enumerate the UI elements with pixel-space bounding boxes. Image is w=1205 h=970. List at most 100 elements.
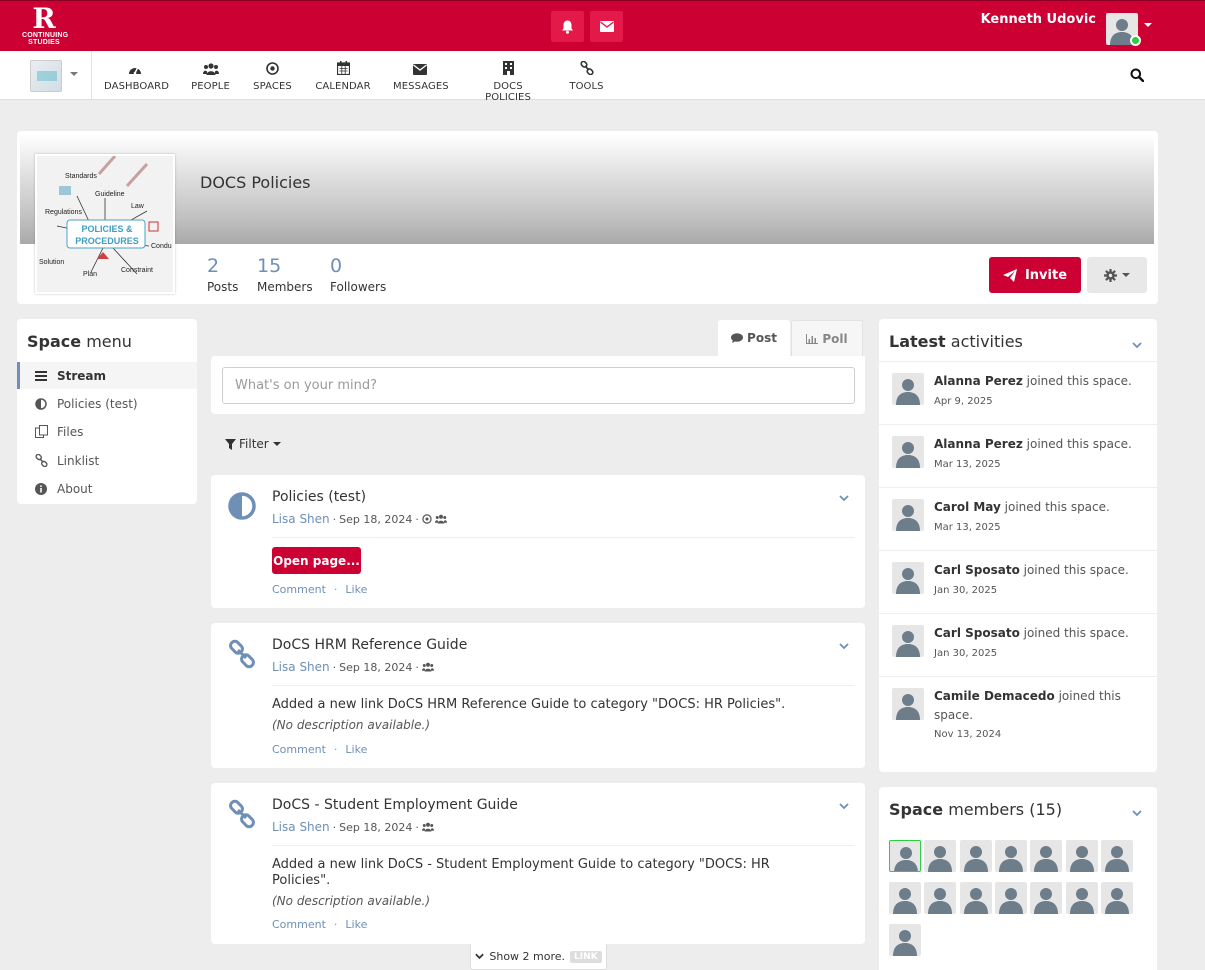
stat-followers-value: 0	[330, 255, 343, 277]
collapse-button[interactable]	[1132, 806, 1142, 820]
member-avatar[interactable]	[1100, 840, 1133, 872]
nav-people[interactable]: PEOPLE	[190, 51, 231, 100]
avatar[interactable]	[892, 688, 924, 720]
entry-title[interactable]: DoCS HRM Reference Guide	[272, 637, 467, 653]
link-icon	[35, 454, 48, 467]
entry-menu-button[interactable]	[839, 491, 849, 505]
entry-date[interactable]: Sep 18, 2024	[339, 821, 412, 834]
entry-date[interactable]: Sep 18, 2024	[339, 513, 412, 526]
entry-menu-button[interactable]	[839, 639, 849, 653]
divider	[272, 537, 855, 538]
nav-calendar[interactable]: CALENDAR	[315, 51, 371, 100]
comment-icon	[731, 333, 744, 343]
envelope-icon	[413, 64, 427, 75]
search-button[interactable]	[1130, 68, 1145, 85]
entry-author[interactable]: Lisa Shen	[272, 512, 330, 526]
space-chooser[interactable]	[0, 51, 92, 100]
member-avatar[interactable]	[959, 882, 992, 914]
activity-date: Jan 30, 2025	[934, 648, 998, 659]
avatar[interactable]	[892, 562, 924, 594]
activity-item[interactable]: Carl Sposato joined this space. Jan 30, …	[879, 550, 1157, 613]
link-icon	[579, 61, 594, 75]
member-avatar[interactable]	[1065, 840, 1098, 872]
nav-messages[interactable]: MESSAGES	[393, 51, 449, 100]
messages-button[interactable]	[590, 11, 623, 42]
stat-followers[interactable]: 0 Followers	[330, 256, 386, 294]
member-avatar[interactable]	[889, 924, 921, 956]
nav-spaces[interactable]: SPACES	[253, 51, 292, 100]
entry-description: (No description available.)	[272, 718, 431, 732]
svg-text:Condu: Condu	[151, 243, 172, 250]
entry-menu-button[interactable]	[839, 799, 849, 813]
member-avatar[interactable]	[924, 840, 957, 872]
like-link[interactable]: Like	[345, 743, 367, 756]
svg-text:Plan: Plan	[83, 271, 97, 278]
stat-members[interactable]: 15 Members	[257, 256, 313, 294]
member-avatar[interactable]	[1030, 840, 1063, 872]
stat-followers-label: Followers	[330, 280, 387, 294]
member-avatar[interactable]	[924, 882, 957, 914]
activity-item[interactable]: Alanna Perez joined this space. Mar 13, …	[879, 424, 1157, 487]
activity-date: Apr 9, 2025	[934, 396, 993, 407]
activity-item[interactable]: Carol May joined this space. Mar 13, 202…	[879, 487, 1157, 550]
tab-poll[interactable]: Poll	[791, 320, 863, 356]
nav-docs-policies[interactable]: DOCS POLICIES	[469, 51, 547, 103]
bar-chart-icon	[806, 333, 819, 344]
avatar[interactable]	[892, 436, 924, 468]
menu-item-label: About	[57, 481, 93, 496]
post-input[interactable]: What's on your mind?	[222, 367, 855, 404]
nav-dashboard[interactable]: DASHBOARD	[104, 51, 169, 100]
avatar[interactable]	[892, 499, 924, 531]
space-settings-button[interactable]	[1087, 257, 1147, 293]
people-icon	[202, 63, 219, 75]
member-avatar[interactable]	[889, 882, 921, 914]
menu-item-files[interactable]: Files	[17, 418, 197, 445]
member-avatar[interactable]	[959, 840, 992, 872]
chevron-down-icon	[839, 495, 849, 502]
bell-icon	[562, 20, 573, 34]
open-page-button[interactable]: Open page...	[272, 547, 361, 574]
menu-item-stream[interactable]: Stream	[17, 362, 197, 389]
user-menu-caret-icon[interactable]	[1144, 23, 1152, 27]
comment-link[interactable]: Comment	[272, 743, 326, 756]
nav-tools[interactable]: TOOLS	[568, 51, 605, 100]
activity-item[interactable]: Alanna Perez joined this space. Apr 9, 2…	[879, 361, 1157, 424]
activity-item[interactable]: Carl Sposato joined this space. Jan 30, …	[879, 613, 1157, 676]
comment-link[interactable]: Comment	[272, 918, 326, 931]
entry-author[interactable]: Lisa Shen	[272, 820, 330, 834]
invite-button[interactable]: Invite	[989, 257, 1081, 293]
member-avatar[interactable]	[1030, 882, 1063, 914]
member-avatar[interactable]	[889, 840, 921, 872]
chevron-down-icon	[1132, 342, 1142, 349]
show-more-button[interactable]: Show 2 more. LINK	[470, 944, 607, 970]
filter-dropdown[interactable]: Filter	[225, 437, 281, 451]
stat-posts[interactable]: 2 Posts	[207, 256, 238, 294]
entry-date[interactable]: Sep 18, 2024	[339, 661, 412, 674]
menu-item-policies[interactable]: Policies (test)	[17, 390, 197, 417]
avatar[interactable]	[892, 625, 924, 657]
menu-item-label: Linklist	[57, 453, 100, 468]
rutgers-logo[interactable]: R CONTINUING STUDIES	[22, 5, 68, 48]
member-avatar[interactable]	[1100, 882, 1133, 914]
info-icon	[35, 482, 47, 495]
user-name[interactable]: Kenneth Udovic	[981, 12, 1096, 27]
collapse-button[interactable]	[1132, 338, 1142, 352]
tab-post[interactable]: Post	[718, 320, 790, 356]
menu-item-about[interactable]: About	[17, 475, 197, 502]
entry-actions: Comment · Like	[272, 583, 368, 596]
entry-author[interactable]: Lisa Shen	[272, 660, 330, 674]
member-avatar[interactable]	[994, 840, 1027, 872]
entry-title[interactable]: DoCS - Student Employment Guide	[272, 797, 518, 813]
like-link[interactable]: Like	[345, 918, 367, 931]
member-avatar[interactable]	[1065, 882, 1098, 914]
stream-entry: Policies (test) Lisa Shen · Sep 18, 2024…	[211, 475, 865, 608]
activity-item[interactable]: Camile Demacedo joined this space. Nov 1…	[879, 676, 1157, 756]
member-avatar[interactable]	[994, 882, 1027, 914]
comment-link[interactable]: Comment	[272, 583, 326, 596]
entry-title[interactable]: Policies (test)	[272, 489, 366, 505]
like-link[interactable]: Like	[345, 583, 367, 596]
space-image[interactable]: POLICIES & PROCEDURES Standards Guidelin…	[35, 154, 175, 294]
avatar[interactable]	[892, 373, 924, 405]
menu-item-linklist[interactable]: Linklist	[17, 447, 197, 474]
notifications-button[interactable]	[551, 11, 584, 42]
